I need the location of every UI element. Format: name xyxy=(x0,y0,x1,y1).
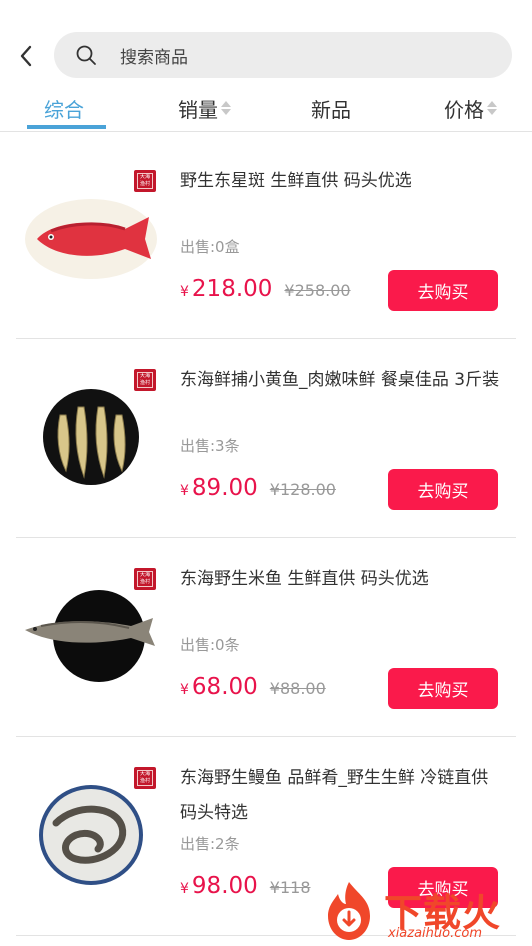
product-title: 东海野生米鱼 生鲜直供 码头优选 xyxy=(180,569,429,589)
tab-label: 销量 xyxy=(178,97,218,122)
product-image xyxy=(18,781,164,889)
watermark: 下载火 xiazaihuo.com xyxy=(318,880,532,946)
sort-arrows-icon xyxy=(221,101,231,115)
header: 搜索商品 xyxy=(0,0,532,84)
product-price: 98.00 xyxy=(191,873,258,899)
price-row: ¥ 218.00 ¥258.00 xyxy=(180,276,351,310)
product-item[interactable]: 大海 渔村 东海野生米鱼 生鲜直供 码头优选 出售:0条 ¥ 68.00 ¥88.… xyxy=(16,538,516,737)
original-price: ¥128.00 xyxy=(269,480,336,499)
product-price: 89.00 xyxy=(191,475,258,501)
original-price: ¥118 xyxy=(269,878,311,897)
product-image xyxy=(18,383,164,491)
currency-symbol: ¥ xyxy=(180,881,189,897)
buy-button[interactable]: 去购买 xyxy=(388,469,498,510)
back-button[interactable] xyxy=(14,40,38,72)
currency-symbol: ¥ xyxy=(180,284,189,300)
product-item[interactable]: 大海 渔村 野生东星斑 生鲜直供 码头优选 出售:0盒 ¥ 218.00 ¥258… xyxy=(16,140,516,339)
product-title: 东海鲜捕小黄鱼_肉嫩味鲜 餐桌佳品 3斤装 xyxy=(180,370,500,390)
tab-label: 新品 xyxy=(311,97,351,122)
search-input[interactable]: 搜索商品 xyxy=(54,32,512,78)
price-row: ¥ 89.00 ¥128.00 xyxy=(180,475,336,509)
tab-label: 价格 xyxy=(444,97,484,122)
product-sold-count: 出售:3条 xyxy=(180,437,240,455)
product-sold-count: 出售:0条 xyxy=(180,636,240,654)
product-sold-count: 出售:2条 xyxy=(180,835,240,853)
buy-button[interactable]: 去购买 xyxy=(388,270,498,311)
product-title: 野生东星斑 生鲜直供 码头优选 xyxy=(180,171,412,191)
chevron-left-icon xyxy=(20,45,32,67)
watermark-url: xiazaihuo.com xyxy=(388,926,483,941)
shop-badge-icon: 大海 渔村 xyxy=(134,767,156,789)
currency-symbol: ¥ xyxy=(180,682,189,698)
search-icon xyxy=(74,43,98,67)
tab-new[interactable]: 新品 xyxy=(311,84,351,132)
product-price: 218.00 xyxy=(191,276,273,302)
tab-sales[interactable]: 销量 xyxy=(178,84,231,132)
product-image xyxy=(18,184,164,292)
shop-badge-icon: 大海 渔村 xyxy=(134,369,156,391)
price-row: ¥ 98.00 ¥118 xyxy=(180,873,311,907)
shop-badge-icon: 大海 渔村 xyxy=(134,568,156,590)
shop-badge-icon: 大海 渔村 xyxy=(134,170,156,192)
tab-price[interactable]: 价格 xyxy=(444,84,497,132)
price-row: ¥ 68.00 ¥88.00 xyxy=(180,674,326,708)
product-image xyxy=(18,582,164,690)
original-price: ¥258.00 xyxy=(284,281,351,300)
product-sold-count: 出售:0盒 xyxy=(180,238,240,256)
sort-arrows-icon xyxy=(487,101,497,115)
currency-symbol: ¥ xyxy=(180,483,189,499)
tab-label: 综合 xyxy=(44,97,84,122)
search-placeholder: 搜索商品 xyxy=(120,47,188,68)
flame-logo-icon xyxy=(328,882,370,940)
product-price: 68.00 xyxy=(191,674,258,700)
product-item[interactable]: 大海 渔村 东海鲜捕小黄鱼_肉嫩味鲜 餐桌佳品 3斤装 出售:3条 ¥ 89.00… xyxy=(16,339,516,538)
active-tab-indicator xyxy=(27,125,106,129)
original-price: ¥88.00 xyxy=(269,679,326,698)
buy-button[interactable]: 去购买 xyxy=(388,668,498,709)
product-title: 东海野生鳗鱼 品鲜肴_野生生鲜 冷链直供 码头特选 xyxy=(180,768,489,823)
